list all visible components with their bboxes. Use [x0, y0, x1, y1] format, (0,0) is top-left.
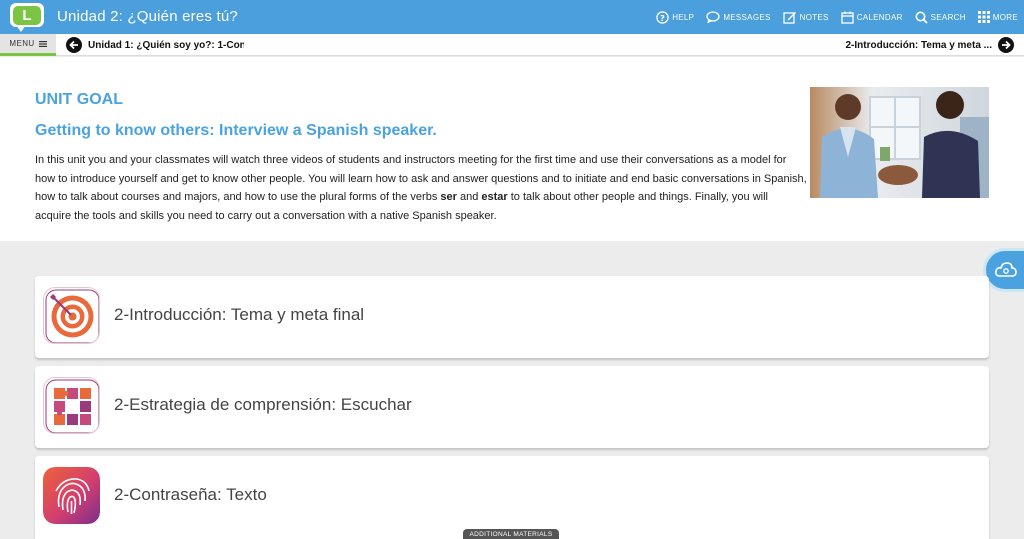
messages-button[interactable]: MESSAGES: [706, 11, 770, 23]
notes-icon: [782, 11, 796, 24]
calendar-button[interactable]: CALENDAR: [841, 11, 903, 24]
previous-activity-label: Unidad 1: ¿Quién soy yo?: 1-Conve: [88, 39, 244, 51]
activity-card-estrategia[interactable]: 2-Estrategia de comprensión: Escuchar: [35, 366, 989, 448]
previous-activity-link[interactable]: Unidad 1: ¿Quién soy yo?: 1-Conve: [66, 37, 244, 53]
notes-label: NOTES: [799, 12, 829, 22]
top-nav: ? HELP MESSAGES NOTES CALENDAR SEARCH MO…: [656, 0, 1018, 34]
activity-title: 2-Introducción: Tema y meta final: [114, 305, 365, 324]
arrow-left-icon: [66, 37, 82, 53]
activity-card-contrasena[interactable]: 2-Contraseña: Texto: [35, 456, 989, 539]
help-icon: ?: [656, 10, 669, 24]
search-label: SEARCH: [930, 12, 966, 22]
search-icon: [915, 11, 928, 24]
breadcrumb-bar: MENU Unidad 1: ¿Quién soy yo?: 1-Conve 2…: [0, 34, 1024, 56]
activity-card-introduccion[interactable]: 2-Introducción: Tema y meta final: [35, 276, 989, 358]
more-label: MORE: [992, 12, 1018, 22]
messages-icon: [706, 11, 720, 23]
grid-icon: [977, 11, 990, 23]
cloud-sync-tab[interactable]: [983, 248, 1024, 292]
logo-letter: L: [13, 6, 41, 25]
target-icon: [43, 287, 100, 344]
unit-goal-heading: UNIT GOAL: [35, 91, 123, 108]
svg-text:?: ?: [660, 12, 665, 22]
calendar-label: CALENDAR: [856, 12, 903, 22]
next-activity-label: 2-Introducción: Tema y meta ...: [845, 39, 992, 51]
more-button[interactable]: MORE: [977, 11, 1018, 23]
notes-button[interactable]: NOTES: [782, 11, 829, 24]
help-button[interactable]: ? HELP: [656, 10, 695, 24]
unit-goal-section: UNIT GOAL Getting to know others: Interv…: [0, 57, 1024, 241]
unit-goal-subheading: Getting to know others: Interview a Span…: [35, 122, 437, 139]
calendar-icon: [841, 11, 854, 24]
next-activity-link[interactable]: 2-Introducción: Tema y meta ...: [845, 37, 1014, 53]
arrow-right-icon: [998, 37, 1014, 53]
unit-goal-description: In this unit you and your classmates wil…: [35, 154, 807, 222]
activity-title: 2-Contraseña: Texto: [114, 485, 267, 504]
additional-materials-tab[interactable]: ADDITIONAL MATERIALS: [463, 529, 559, 539]
fingerprint-icon: [43, 467, 100, 524]
hamburger-icon: [38, 40, 47, 47]
puzzle-icon: [43, 377, 100, 434]
menu-label: MENU: [9, 39, 35, 48]
top-header-bar: L Unidad 2: ¿Quién eres tú? ? HELP MESSA…: [0, 0, 1024, 34]
cloud-icon: [995, 262, 1017, 277]
unit-title: Unidad 2: ¿Quién eres tú?: [57, 8, 238, 25]
search-button[interactable]: SEARCH: [915, 11, 966, 24]
unit-goal-photo: [810, 87, 989, 198]
menu-button[interactable]: MENU: [0, 34, 56, 56]
app-logo[interactable]: L: [10, 3, 44, 33]
help-label: HELP: [672, 12, 695, 22]
messages-label: MESSAGES: [723, 12, 771, 22]
activity-title: 2-Estrategia de comprensión: Escuchar: [114, 395, 412, 414]
